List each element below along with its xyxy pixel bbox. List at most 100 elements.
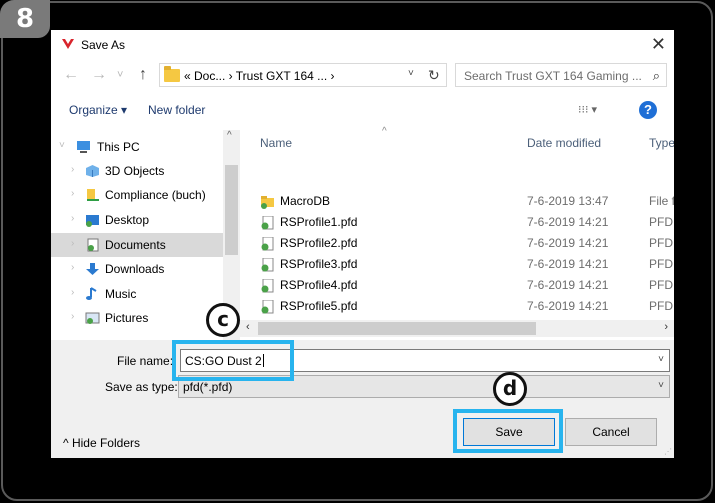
file-date: 7-6-2019 14:21 (527, 257, 609, 271)
dialog-title: Save As (81, 38, 126, 52)
file-list-horizontal-scrollbar[interactable]: ‹ › (240, 320, 674, 337)
address-bar[interactable]: « Doc... › Trust GXT 164 ... › ˅ ↻ (159, 63, 447, 87)
sidebar-item-this-pc[interactable]: ˅ This PC (51, 135, 223, 159)
file-type: PFD (649, 236, 673, 250)
sidebar-item-compliance[interactable]: › Compliance (buch) (51, 183, 223, 207)
column-header-type[interactable]: Type (649, 136, 674, 150)
music-icon (86, 287, 97, 300)
chevron-down-icon[interactable]: ˅ (658, 380, 664, 391)
search-icon[interactable]: ⌕ (653, 68, 660, 84)
refresh-icon[interactable]: ↻ (428, 67, 440, 84)
column-header-date[interactable]: Date modified (527, 136, 601, 150)
column-header-name[interactable]: Name (260, 136, 292, 150)
save-as-dialog: Save As ✕ ← → ˅ ↑ « Doc... › Trust GXT 1… (51, 30, 674, 458)
sidebar-item-downloads[interactable]: › Downloads (51, 257, 223, 281)
file-name-highlight (172, 340, 294, 381)
sidebar-item-desktop[interactable]: › Desktop (51, 208, 223, 232)
save-type-value: pfd(*.pfd) (183, 380, 233, 394)
pictures-icon (85, 312, 100, 324)
cube-icon (86, 165, 99, 177)
file-name-label: File name: (117, 354, 174, 368)
file-type: File f (649, 194, 674, 208)
file-date: 7-6-2019 14:21 (527, 236, 609, 250)
scroll-thumb[interactable] (225, 165, 238, 255)
list-item[interactable]: MacroDB 7-6-2019 13:47 File f (240, 191, 674, 212)
file-name: RSProfile5.pfd (280, 299, 358, 313)
chevron-right-icon[interactable]: › (71, 238, 74, 249)
chevron-right-icon[interactable]: › (71, 188, 74, 199)
desktop-icon (86, 215, 99, 227)
file-type: PFD (649, 257, 673, 271)
chevron-down-icon[interactable]: ˅ (59, 140, 65, 151)
chevron-down-icon[interactable]: ˅ (658, 354, 664, 365)
sidebar-item-3d-objects[interactable]: › 3D Objects (51, 159, 223, 183)
cancel-button[interactable]: Cancel (565, 418, 657, 446)
breadcrumb[interactable]: « Doc... › Trust GXT 164 ... › (184, 69, 335, 83)
chevron-right-icon[interactable]: › (71, 213, 74, 224)
folder-icon (87, 189, 99, 201)
view-options-button[interactable]: ⁝⁝⁝ ▾ (578, 103, 597, 116)
list-item[interactable]: RSProfile4.pfd 7-6-2019 14:21 PFD (240, 275, 674, 296)
file-date: 7-6-2019 14:21 (527, 278, 609, 292)
forward-button[interactable]: → (91, 66, 107, 84)
file-icon (261, 216, 274, 230)
sort-ascending-icon: ^ (382, 126, 387, 137)
hide-folders-button[interactable]: ^ Hide Folders (63, 436, 140, 450)
documents-icon (87, 238, 99, 252)
file-date: 7-6-2019 13:47 (527, 194, 609, 208)
sidebar-item-label: Music (105, 287, 137, 301)
sidebar-item-label: Compliance (buch) (105, 188, 206, 202)
list-item[interactable]: RSProfile1.pfd 7-6-2019 14:21 PFD (240, 212, 674, 233)
chevron-right-icon[interactable]: › (71, 287, 74, 298)
file-name: RSProfile4.pfd (280, 278, 358, 292)
sidebar-item-label: 3D Objects (105, 164, 165, 178)
command-bar: Organize ▾ New folder ⁝⁝⁝ ▾ ? (51, 96, 674, 126)
folder-icon (261, 196, 274, 209)
file-date: 7-6-2019 14:21 (527, 299, 609, 313)
recent-locations-button[interactable]: ˅ (117, 69, 123, 81)
callout-d: d (493, 372, 527, 406)
resize-grip-icon[interactable]: ⋰ (664, 447, 672, 456)
up-button[interactable]: ↑ (139, 66, 147, 84)
new-folder-button[interactable]: New folder (148, 103, 205, 117)
list-item[interactable]: RSProfile2.pfd 7-6-2019 14:21 PFD (240, 233, 674, 254)
file-name: RSProfile2.pfd (280, 236, 358, 250)
save-type-label: Save as type: (105, 380, 178, 394)
file-type: PFD (649, 215, 673, 229)
scroll-left-icon[interactable]: ‹ (246, 321, 250, 333)
computer-icon (77, 141, 90, 153)
sidebar-item-music[interactable]: › Music (51, 282, 223, 306)
trust-logo-icon (62, 39, 74, 49)
chevron-right-icon[interactable]: › (71, 262, 74, 273)
column-label: Name (260, 136, 293, 150)
step-badge: 8 (0, 0, 50, 38)
back-button[interactable]: ← (63, 66, 79, 84)
scroll-right-icon[interactable]: › (664, 321, 668, 333)
scroll-up-icon[interactable]: ^ (227, 130, 232, 141)
chevron-right-icon[interactable]: › (71, 311, 74, 322)
sidebar-item-label: Documents (105, 238, 166, 252)
close-button[interactable]: ✕ (651, 35, 666, 53)
sidebar-item-label: This PC (97, 140, 140, 154)
sidebar-item-documents[interactable]: › Documents (51, 233, 223, 257)
folder-icon (164, 66, 180, 82)
download-icon (86, 263, 99, 275)
file-icon (261, 258, 274, 272)
chevron-right-icon[interactable]: › (71, 164, 74, 175)
file-list: Name ^ Date modified Type MacroDB 7-6-20… (240, 126, 674, 340)
address-dropdown-icon[interactable]: ˅ (408, 68, 414, 79)
help-button[interactable]: ? (639, 101, 657, 119)
save-form: File name: CS:GO Dust 2 ˅ Save as type: … (51, 340, 674, 458)
organize-button[interactable]: Organize ▾ (69, 103, 127, 117)
file-icon (261, 279, 274, 293)
list-item[interactable]: RSProfile3.pfd 7-6-2019 14:21 PFD (240, 254, 674, 275)
sidebar-item-label: Desktop (105, 213, 150, 227)
list-item[interactable]: RSProfile5.pfd 7-6-2019 14:21 PFD (240, 296, 674, 317)
file-icon (261, 237, 274, 251)
sidebar-item-pictures[interactable]: › Pictures (51, 306, 223, 330)
file-type: PFD (649, 299, 673, 313)
file-name: MacroDB (280, 194, 331, 208)
title-bar: Save As ✕ (51, 30, 674, 60)
scroll-thumb[interactable] (258, 322, 536, 335)
search-input[interactable]: Search Trust GXT 164 Gaming ... ⌕ (455, 63, 667, 87)
